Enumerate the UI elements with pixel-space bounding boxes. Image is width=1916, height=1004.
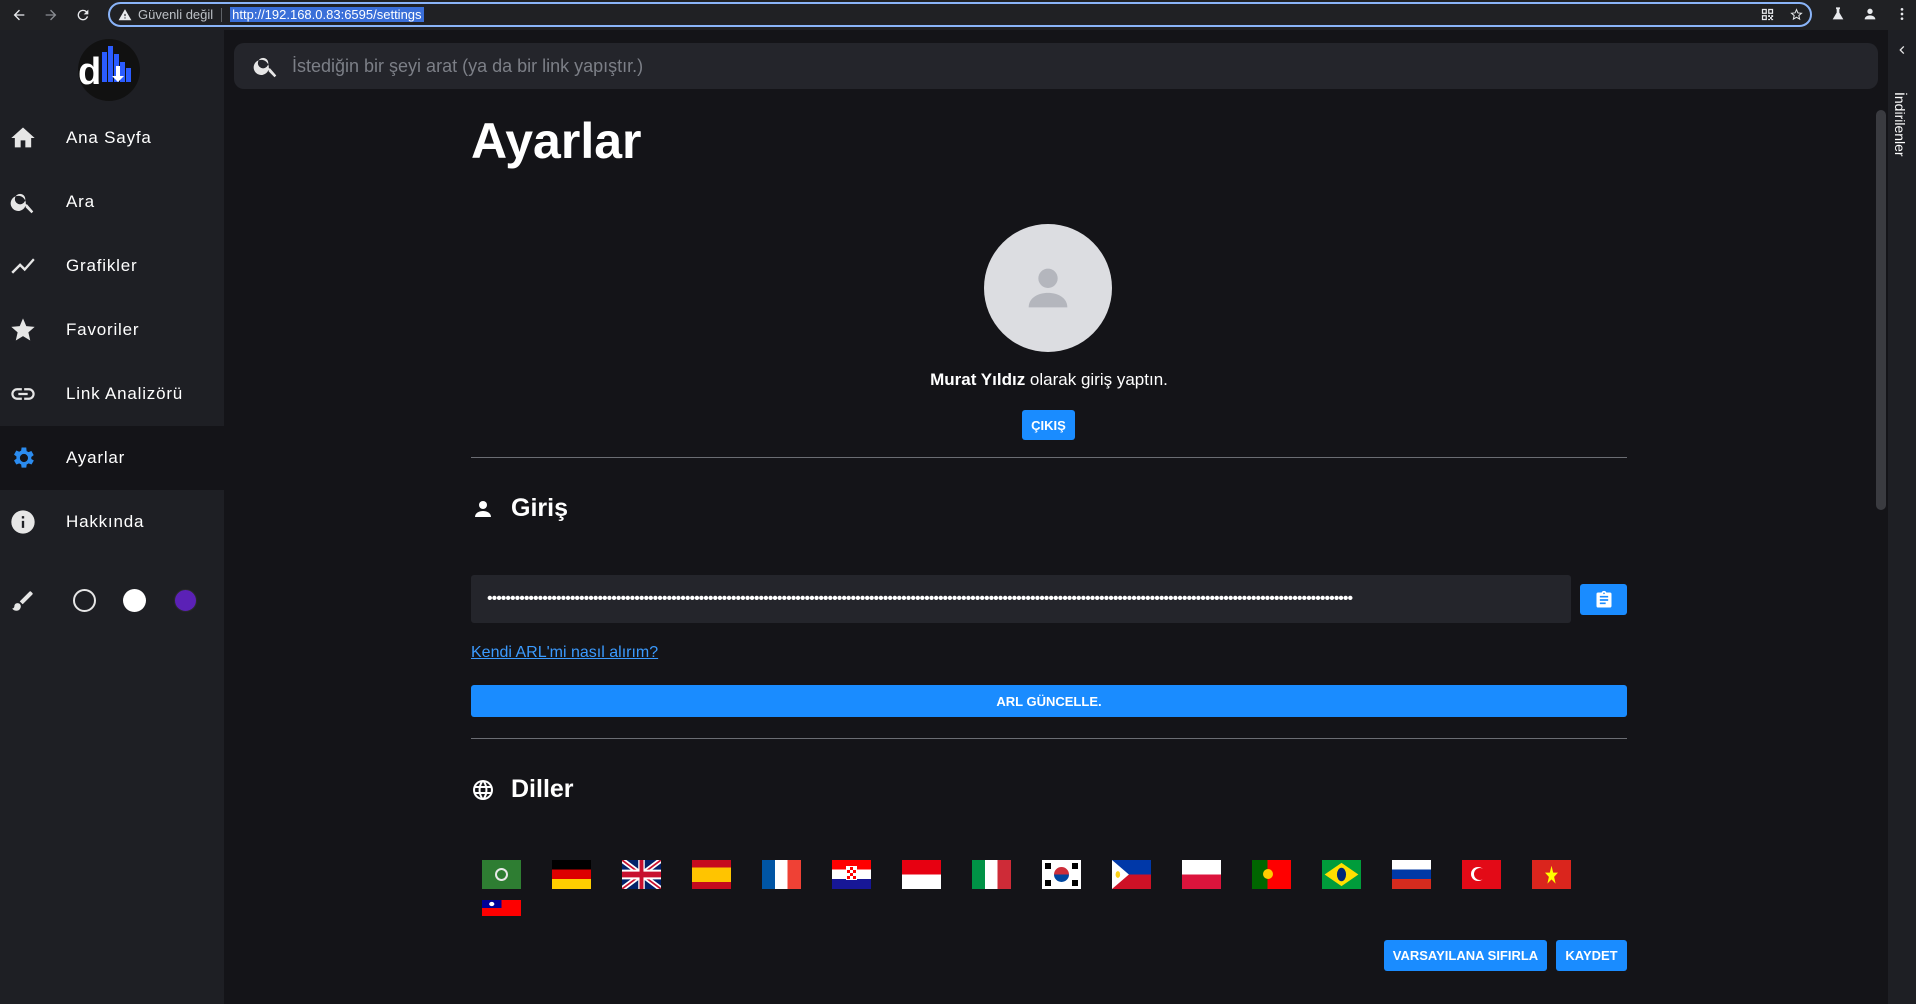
sidebar-item-label: Ara	[66, 192, 95, 211]
bookmark-star-icon[interactable]	[1789, 7, 1804, 22]
login-status: Murat Yıldız olarak giriş yaptın.	[471, 370, 1627, 390]
link-icon	[11, 388, 35, 400]
sidebar-item-label: Hakkında	[66, 512, 145, 531]
browser-toolbar: Güvenli değil http://192.168.0.83:6595/s…	[0, 0, 1916, 30]
login-section-header: Giriş	[471, 494, 568, 523]
gear-icon	[14, 447, 34, 468]
section-divider	[471, 457, 1627, 458]
sidebar-item-label: Favoriler	[66, 320, 140, 339]
sidebar-item-link-analyzer[interactable]: Link Analizörü	[0, 362, 224, 426]
user-name: Murat Yıldız	[930, 370, 1026, 389]
address-bar[interactable]: Güvenli değil http://192.168.0.83:6595/s…	[108, 2, 1812, 27]
url-text[interactable]: http://192.168.0.83:6595/settings	[230, 7, 424, 22]
more-menu-icon[interactable]	[1894, 6, 1910, 22]
theme-dark-option[interactable]	[73, 589, 96, 612]
sidebar-item-label: Ayarlar	[66, 448, 126, 467]
omnibox-actions	[1760, 7, 1804, 22]
flag-ko[interactable]	[1042, 860, 1081, 889]
sidebar-item-label: Ana Sayfa	[66, 128, 152, 147]
info-icon	[11, 510, 35, 534]
flag-pt[interactable]	[1252, 860, 1291, 889]
arl-input[interactable]	[471, 575, 1571, 623]
languages-section-title: Diller	[511, 775, 574, 803]
flag-pl[interactable]	[1182, 860, 1221, 889]
warning-icon	[118, 8, 132, 20]
search-input[interactable]	[292, 55, 1792, 77]
sidebar-item-home[interactable]: Ana Sayfa	[0, 106, 224, 170]
flag-fr[interactable]	[762, 860, 801, 889]
qr-code-icon[interactable]	[1760, 7, 1775, 22]
flag-ru[interactable]	[1392, 860, 1431, 889]
paste-arl-button[interactable]	[1580, 584, 1627, 615]
sidebar-item-about[interactable]: Hakkında	[0, 490, 224, 554]
star-icon	[11, 318, 35, 341]
flag-zh-tw[interactable]	[482, 900, 521, 916]
flag-vi[interactable]	[1532, 860, 1571, 889]
logout-button[interactable]: ÇIKIŞ	[1022, 410, 1075, 440]
sidebar-item-favorites[interactable]: Favoriler	[0, 298, 224, 362]
sidebar-item-label: Grafikler	[66, 256, 138, 275]
flag-pt-br[interactable]	[1322, 860, 1361, 889]
extension-icon[interactable]	[1830, 6, 1846, 22]
globe-icon	[473, 779, 493, 800]
chevron-left-icon[interactable]	[1894, 42, 1910, 58]
security-label: Güvenli değil	[138, 7, 214, 22]
theme-light-option[interactable]	[123, 589, 146, 612]
person-icon	[475, 500, 491, 517]
flag-en[interactable]	[622, 860, 661, 889]
main-scrollbar[interactable]	[1876, 110, 1886, 510]
flag-hr[interactable]	[832, 860, 871, 889]
back-button[interactable]	[6, 2, 32, 28]
flag-ph[interactable]	[1112, 860, 1151, 889]
sidebar-item-charts[interactable]: Grafikler	[0, 234, 224, 298]
omnibox-separator	[221, 7, 223, 22]
login-section-title: Giriş	[511, 494, 568, 522]
reset-defaults-button[interactable]: VARSAYILANA SIFIRLA	[1384, 940, 1547, 971]
theme-selector	[0, 580, 224, 620]
sidebar-item-label: Link Analizörü	[66, 384, 184, 403]
flag-it[interactable]	[972, 860, 1011, 889]
languages-section-header: Diller	[471, 775, 574, 804]
theme-purple-option[interactable]	[174, 589, 197, 612]
brush-icon	[12, 591, 33, 611]
user-placeholder-icon	[1028, 268, 1068, 308]
save-button[interactable]: KAYDET	[1556, 940, 1627, 971]
flag-id[interactable]	[902, 860, 941, 889]
section-divider	[471, 738, 1627, 739]
clipboard-icon	[1596, 590, 1611, 607]
downloads-label[interactable]: İndirilenler	[1892, 92, 1908, 157]
search-bar	[234, 43, 1878, 89]
home-icon	[11, 127, 35, 148]
flag-de[interactable]	[552, 860, 591, 889]
svg-text:d: d	[78, 51, 101, 93]
browser-actions	[1830, 6, 1910, 22]
login-status-text: olarak giriş yaptın.	[1025, 370, 1168, 389]
profile-icon[interactable]	[1862, 6, 1878, 22]
search-icon	[253, 57, 277, 78]
reload-icon	[77, 9, 89, 21]
deemix-logo[interactable]: d	[72, 38, 146, 102]
arrow-right-icon	[45, 9, 57, 21]
arl-help-link[interactable]: Kendi ARL'mi nasıl alırım?	[471, 644, 658, 662]
sidebar: d Ana Sayfa Ara Grafikler Favoriler Link…	[0, 30, 224, 1004]
chart-icon	[11, 258, 35, 274]
page-title: Ayarlar	[471, 113, 642, 169]
downloads-panel[interactable]: İndirilenler	[1888, 30, 1916, 1004]
flag-ar[interactable]	[482, 860, 521, 889]
sidebar-item-search[interactable]: Ara	[0, 170, 224, 234]
reload-button[interactable]	[70, 2, 96, 28]
flag-es[interactable]	[692, 860, 731, 889]
arl-update-button[interactable]: ARL GÜNCELLE.	[471, 685, 1627, 717]
arrow-left-icon	[13, 9, 25, 21]
forward-button[interactable]	[38, 2, 64, 28]
flag-tr[interactable]	[1462, 860, 1501, 889]
avatar	[984, 224, 1112, 352]
sidebar-item-settings[interactable]: Ayarlar	[0, 426, 224, 490]
search-icon	[10, 193, 34, 214]
